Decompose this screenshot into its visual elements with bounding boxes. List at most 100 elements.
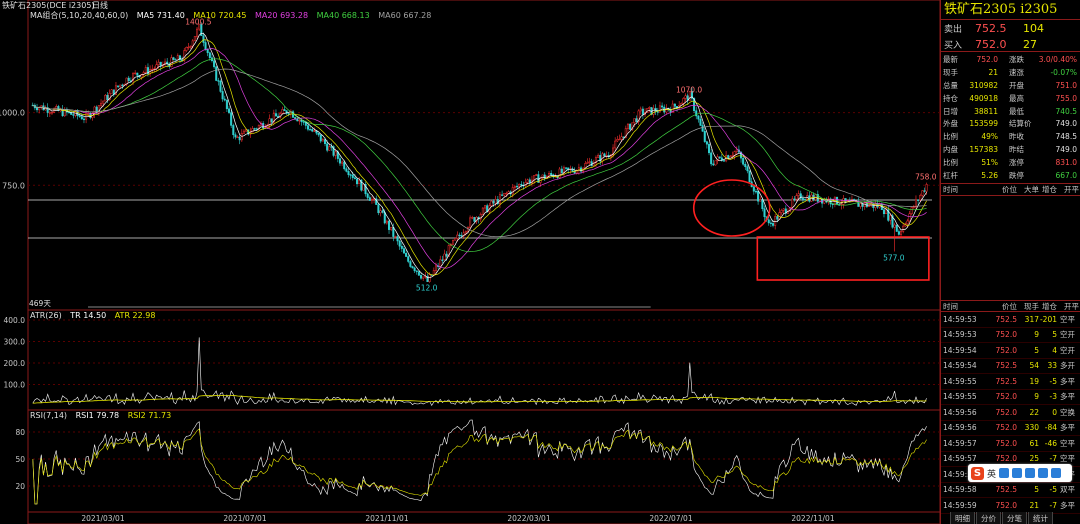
candle-body	[712, 163, 715, 166]
tab-2[interactable]: 分笔	[1002, 512, 1027, 524]
tick-tt: 空开	[1060, 330, 1075, 340]
chart-area[interactable]: 1000.0750.01400.51070.0758.0512.0577.046…	[0, 0, 941, 524]
quote-value: 740.5	[1055, 106, 1077, 116]
quote-label: 持仓	[943, 93, 958, 103]
quote-value: 752.0	[976, 54, 998, 64]
candle-body	[134, 72, 137, 75]
chart-svg: 1000.0750.01400.51070.0758.0512.0577.046…	[0, 0, 941, 524]
ime-skin-icon[interactable]	[1038, 468, 1049, 478]
tab-3[interactable]: 统计	[1028, 512, 1053, 524]
candle-body	[445, 253, 448, 257]
tick-t: 14:59:53	[943, 330, 977, 340]
candle-body	[402, 248, 405, 254]
tick-tt: 多开	[1060, 361, 1075, 371]
candle-body	[396, 236, 399, 242]
tick-t: 14:59:55	[943, 376, 977, 386]
chart-header: 铁矿石2305(DCE i2305) 日线	[0, 0, 940, 10]
ime-keyboard-icon[interactable]	[1025, 468, 1036, 478]
candle-body	[701, 125, 704, 132]
bottom-tabs: 明细 分价 分笔 统计	[950, 512, 1054, 524]
ma-group-label[interactable]: MA组合(5,10,20,40,60,0)	[30, 11, 128, 20]
candle-body	[868, 204, 871, 207]
candle-body	[804, 199, 807, 201]
tick-p: 752.0	[995, 454, 1017, 464]
tick-v: 19	[1029, 376, 1039, 386]
tick-t: 14:59:59	[943, 500, 977, 510]
column-header: 开平	[1064, 184, 1079, 194]
tick-tt: 空平	[1060, 314, 1075, 324]
candle-body	[394, 236, 397, 238]
ime-mic-icon[interactable]	[1012, 468, 1023, 478]
candle-body	[710, 152, 713, 165]
quote-value: 749.0	[1055, 119, 1077, 129]
column-header: 开平	[1064, 301, 1079, 311]
ime-menu-icon[interactable]	[1051, 468, 1062, 478]
candle-body	[746, 166, 749, 172]
candle-body	[791, 198, 794, 208]
tick-p: 752.0	[995, 500, 1017, 510]
tab-0[interactable]: 明细	[950, 512, 975, 524]
column-header: 时间	[943, 301, 958, 311]
candle-body	[221, 91, 224, 100]
candle-body	[774, 216, 777, 226]
quote-label: 比例	[943, 132, 958, 142]
rsi-label[interactable]: RSI(7,14)	[30, 411, 67, 420]
candle-body	[620, 136, 623, 140]
tick-c: 33	[1047, 361, 1057, 371]
tick-t: 14:59:56	[943, 423, 977, 433]
candle-body	[219, 80, 222, 92]
candle-body	[300, 119, 303, 122]
ime-moon-icon[interactable]	[999, 468, 1010, 478]
rsi-axis-label: 20	[15, 482, 25, 491]
candle-body	[797, 193, 800, 196]
candle-body	[507, 191, 510, 194]
tick-c: 5	[1052, 330, 1057, 340]
tick-p: 752.0	[995, 392, 1017, 402]
tick-v: 9	[1034, 330, 1039, 340]
rsi1-value: RSI1 79.78	[75, 411, 120, 420]
quote-row: 杠杆 5.26 跌停 667.0	[941, 169, 1080, 182]
ime-toolbar[interactable]: S 英	[968, 464, 1072, 482]
candle-body	[100, 102, 103, 106]
candle-body	[334, 151, 337, 156]
tick-v: 317	[1024, 314, 1039, 324]
candle-body	[633, 118, 636, 124]
candle-body	[117, 85, 120, 88]
quote-value: 157383	[969, 145, 998, 155]
candle-body	[319, 134, 322, 142]
quote-label: 速涨	[1009, 67, 1024, 77]
candle-body	[80, 116, 83, 120]
candle-body	[409, 261, 412, 267]
tick-row: 14:59:54 752.5 54 33 多开	[941, 359, 1080, 374]
tick-t: 14:59:53	[943, 314, 977, 324]
tab-1[interactable]: 分价	[976, 512, 1001, 524]
candle-body	[287, 113, 290, 115]
tr-line	[32, 337, 927, 407]
candle-body	[469, 217, 472, 228]
quote-row: 日增 38811 最低 740.5	[941, 105, 1080, 118]
ime-mode-label[interactable]: 英	[987, 467, 996, 480]
candle-body	[170, 57, 173, 67]
atr-label[interactable]: ATR(26)	[30, 311, 62, 320]
candle-body	[684, 95, 687, 99]
candle-body	[703, 130, 706, 142]
candle-body	[908, 213, 911, 222]
candle-body	[782, 208, 785, 211]
candle-body	[432, 270, 435, 276]
candle-body	[511, 187, 514, 195]
candle-body	[658, 105, 661, 113]
tick-row: 14:59:56 752.0 330 -84 多平	[941, 421, 1080, 436]
quote-row: 内盘 157383 昨结 749.0	[941, 143, 1080, 156]
quote-label: 总量	[943, 80, 958, 90]
quote-value: 5.26	[981, 170, 998, 180]
quote-value: 667.0	[1055, 170, 1077, 180]
candle-body	[652, 107, 655, 115]
rsi2-value: RSI2 71.73	[127, 411, 172, 420]
candle-body	[78, 115, 81, 117]
candle-body	[752, 186, 755, 192]
candle-body	[744, 163, 747, 168]
candle-body	[769, 222, 772, 224]
tick-v: 9	[1034, 392, 1039, 402]
candle-body	[586, 162, 589, 164]
quote-value: 51%	[981, 158, 998, 168]
